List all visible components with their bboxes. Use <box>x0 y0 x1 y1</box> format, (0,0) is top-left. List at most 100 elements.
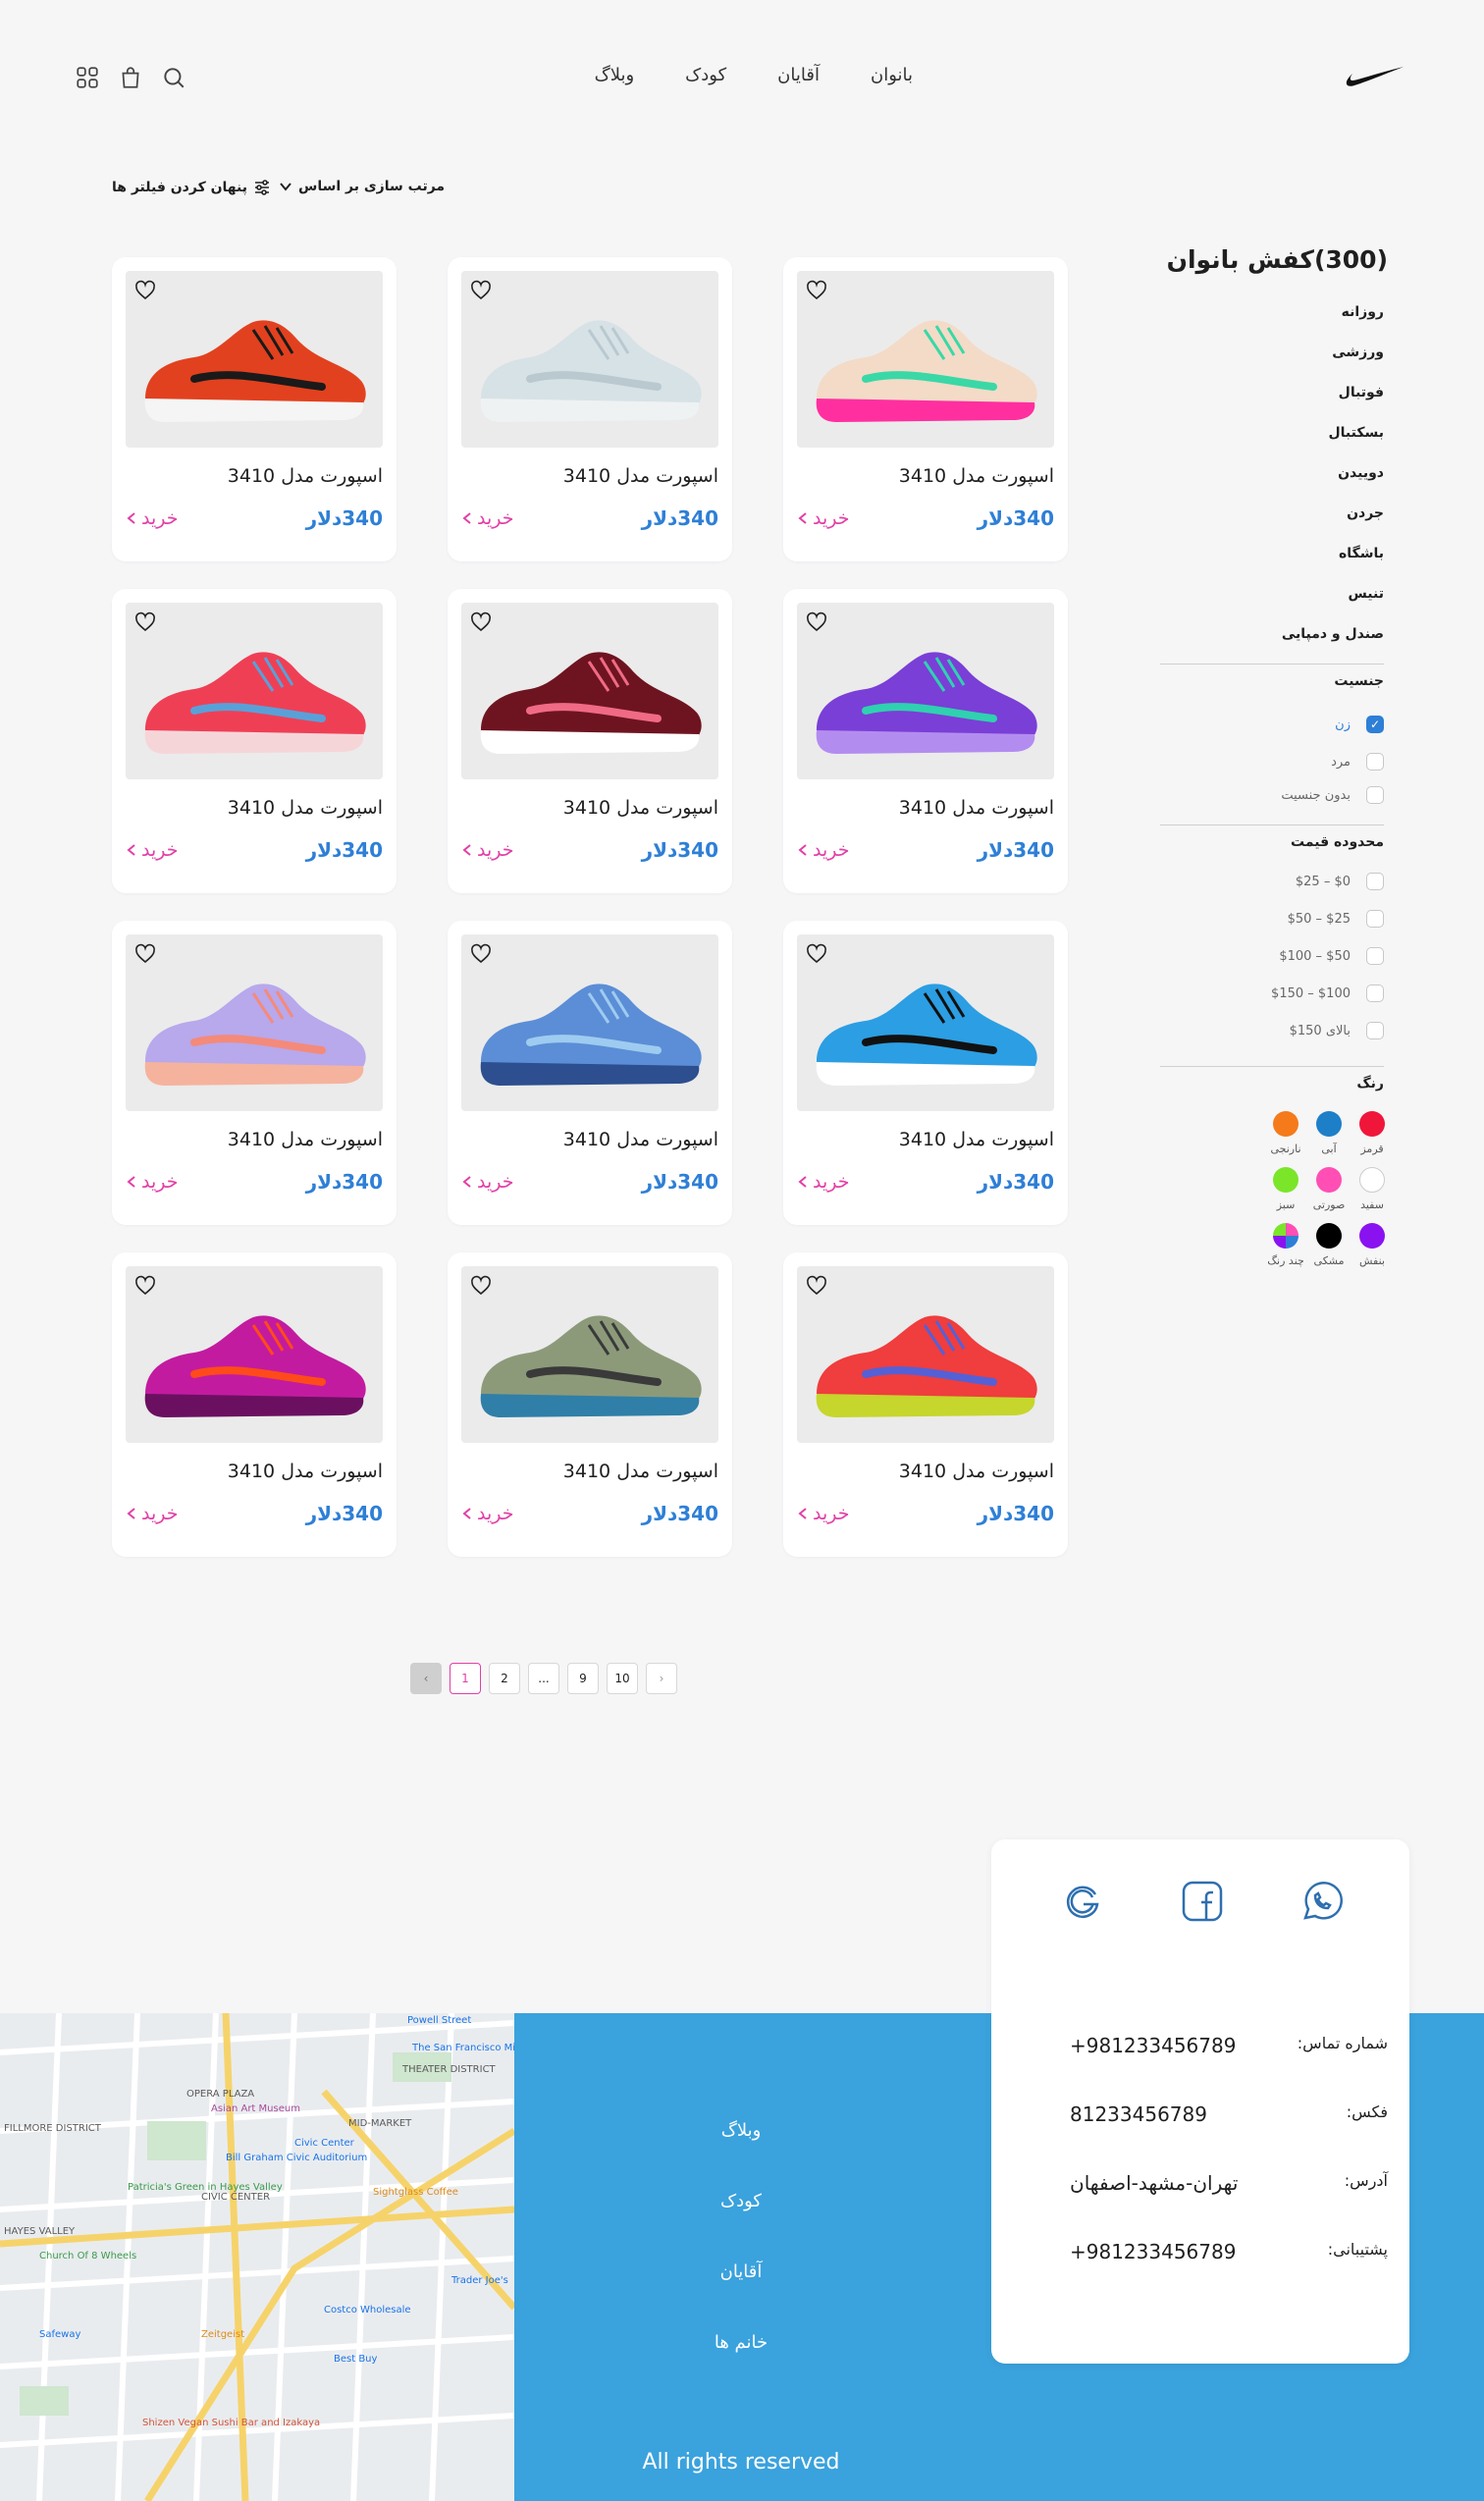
color-swatch[interactable]: بنفش <box>1351 1223 1394 1267</box>
product-card[interactable]: اسپورت مدل 3410 340دلار خرید <box>783 921 1068 1225</box>
color-swatch[interactable]: سفید <box>1351 1167 1394 1211</box>
hide-filters-button[interactable]: پنهان کردن فیلتر ها <box>112 179 271 196</box>
heart-icon[interactable] <box>133 1274 157 1298</box>
heart-icon[interactable] <box>133 942 157 966</box>
heart-icon[interactable] <box>805 279 828 302</box>
heart-icon[interactable] <box>805 942 828 966</box>
heart-icon[interactable] <box>805 611 828 634</box>
heart-icon[interactable] <box>469 942 493 966</box>
buy-button[interactable]: خرید <box>797 839 850 861</box>
product-image[interactable] <box>797 603 1054 779</box>
product-card[interactable]: اسپورت مدل 3410 340دلار خرید <box>112 589 397 893</box>
buy-button[interactable]: خرید <box>797 507 850 529</box>
nike-logo[interactable] <box>1345 65 1405 90</box>
product-image[interactable] <box>797 1266 1054 1443</box>
nav-men[interactable]: آقایان <box>777 65 820 85</box>
category-item[interactable]: ورزشی <box>1158 339 1384 379</box>
footer-link-men[interactable]: آقایان <box>648 2262 834 2332</box>
next-page-button[interactable]: › <box>646 1663 677 1694</box>
category-item[interactable]: دوییدن <box>1158 459 1384 500</box>
product-card[interactable]: اسپورت مدل 3410 340دلار خرید <box>112 1252 397 1557</box>
checkbox[interactable] <box>1366 786 1384 804</box>
category-item[interactable]: روزانه <box>1158 298 1384 339</box>
contact-value[interactable]: +981233456789 <box>1070 2034 1236 2057</box>
category-item[interactable]: تنیس <box>1158 580 1384 620</box>
category-item[interactable]: صندل و دمپایی <box>1158 620 1384 661</box>
product-image[interactable] <box>461 603 718 779</box>
product-image[interactable] <box>126 271 383 448</box>
sort-dropdown[interactable]: مرتب سازی بر اساس <box>279 179 445 194</box>
color-swatch[interactable]: قرمز <box>1351 1111 1394 1155</box>
page-button[interactable]: 10 <box>607 1663 638 1694</box>
heart-icon[interactable] <box>133 611 157 634</box>
product-card[interactable]: اسپورت مدل 3410 340دلار خرید <box>112 921 397 1225</box>
google-icon[interactable] <box>1060 1879 1105 1924</box>
product-image[interactable] <box>126 1266 383 1443</box>
heart-icon[interactable] <box>805 1274 828 1298</box>
buy-button[interactable]: خرید <box>461 1503 514 1524</box>
price-option[interactable]: بالای 150$ <box>1158 1017 1384 1044</box>
product-image[interactable] <box>797 934 1054 1111</box>
color-swatch[interactable]: مشکی <box>1307 1223 1351 1267</box>
nav-kids[interactable]: کودک <box>685 65 726 85</box>
category-item[interactable]: باشگاه <box>1158 540 1384 580</box>
page-button[interactable]: 1 <box>450 1663 481 1694</box>
buy-button[interactable]: خرید <box>126 839 179 861</box>
buy-button[interactable]: خرید <box>126 1171 179 1193</box>
product-card[interactable]: اسپورت مدل 3410 340دلار خرید <box>448 1252 732 1557</box>
footer-link-blog[interactable]: وبلاگ <box>648 2120 834 2191</box>
price-option[interactable]: $25 – $50 <box>1158 905 1384 932</box>
checkbox[interactable] <box>1366 947 1384 965</box>
buy-button[interactable]: خرید <box>126 1503 179 1524</box>
heart-icon[interactable] <box>469 1274 493 1298</box>
product-image[interactable] <box>461 1266 718 1443</box>
product-card[interactable]: اسپورت مدل 3410 340دلار خرید <box>448 921 732 1225</box>
buy-button[interactable]: خرید <box>126 507 179 529</box>
buy-button[interactable]: خرید <box>797 1503 850 1524</box>
facebook-icon[interactable] <box>1180 1879 1225 1924</box>
checkbox[interactable] <box>1366 1022 1384 1039</box>
nav-blog[interactable]: وبلاگ <box>595 65 635 85</box>
footer-link-kids[interactable]: کودک <box>648 2191 834 2262</box>
color-swatch[interactable]: آبی <box>1307 1111 1351 1155</box>
gender-option-unisex[interactable]: بدون جنسیت <box>1158 781 1384 809</box>
heart-icon[interactable] <box>469 611 493 634</box>
grid-icon[interactable] <box>75 65 100 90</box>
product-image[interactable] <box>461 934 718 1111</box>
product-card[interactable]: اسپورت مدل 3410 340دلار خرید <box>783 257 1068 561</box>
prev-page-button[interactable]: ‹ <box>410 1663 442 1694</box>
contact-value[interactable]: +981233456789 <box>1070 2240 1236 2263</box>
page-button[interactable]: 2 <box>489 1663 520 1694</box>
heart-icon[interactable] <box>133 279 157 302</box>
price-option[interactable]: $100 – $150 <box>1158 980 1384 1007</box>
checkbox[interactable] <box>1366 716 1384 733</box>
checkbox[interactable] <box>1366 753 1384 771</box>
search-icon[interactable] <box>161 65 186 90</box>
price-option[interactable]: $0 – $25 <box>1158 868 1384 895</box>
color-swatch[interactable]: چند رنگ <box>1264 1223 1307 1267</box>
checkbox[interactable] <box>1366 984 1384 1002</box>
bag-icon[interactable] <box>118 65 143 90</box>
color-swatch[interactable]: سبز <box>1264 1167 1307 1211</box>
product-card[interactable]: اسپورت مدل 3410 340دلار خرید <box>783 589 1068 893</box>
price-option[interactable]: $50 – $100 <box>1158 942 1384 970</box>
category-item[interactable]: جردن <box>1158 500 1384 540</box>
buy-button[interactable]: خرید <box>461 1171 514 1193</box>
whatsapp-icon[interactable] <box>1299 1879 1345 1924</box>
product-image[interactable] <box>126 934 383 1111</box>
heart-icon[interactable] <box>469 279 493 302</box>
product-image[interactable] <box>797 271 1054 448</box>
color-swatch[interactable]: صورتی <box>1307 1167 1351 1211</box>
product-image[interactable] <box>126 603 383 779</box>
product-card[interactable]: اسپورت مدل 3410 340دلار خرید <box>448 589 732 893</box>
product-image[interactable] <box>461 271 718 448</box>
gender-option-male[interactable]: مرد <box>1158 748 1384 775</box>
buy-button[interactable]: خرید <box>797 1171 850 1193</box>
buy-button[interactable]: خرید <box>461 507 514 529</box>
checkbox[interactable] <box>1366 910 1384 928</box>
gender-option-female[interactable]: زن <box>1158 711 1384 738</box>
footer-link-women[interactable]: خانم ها <box>648 2332 834 2403</box>
buy-button[interactable]: خرید <box>461 839 514 861</box>
checkbox[interactable] <box>1366 873 1384 890</box>
nav-women[interactable]: بانوان <box>871 65 913 85</box>
